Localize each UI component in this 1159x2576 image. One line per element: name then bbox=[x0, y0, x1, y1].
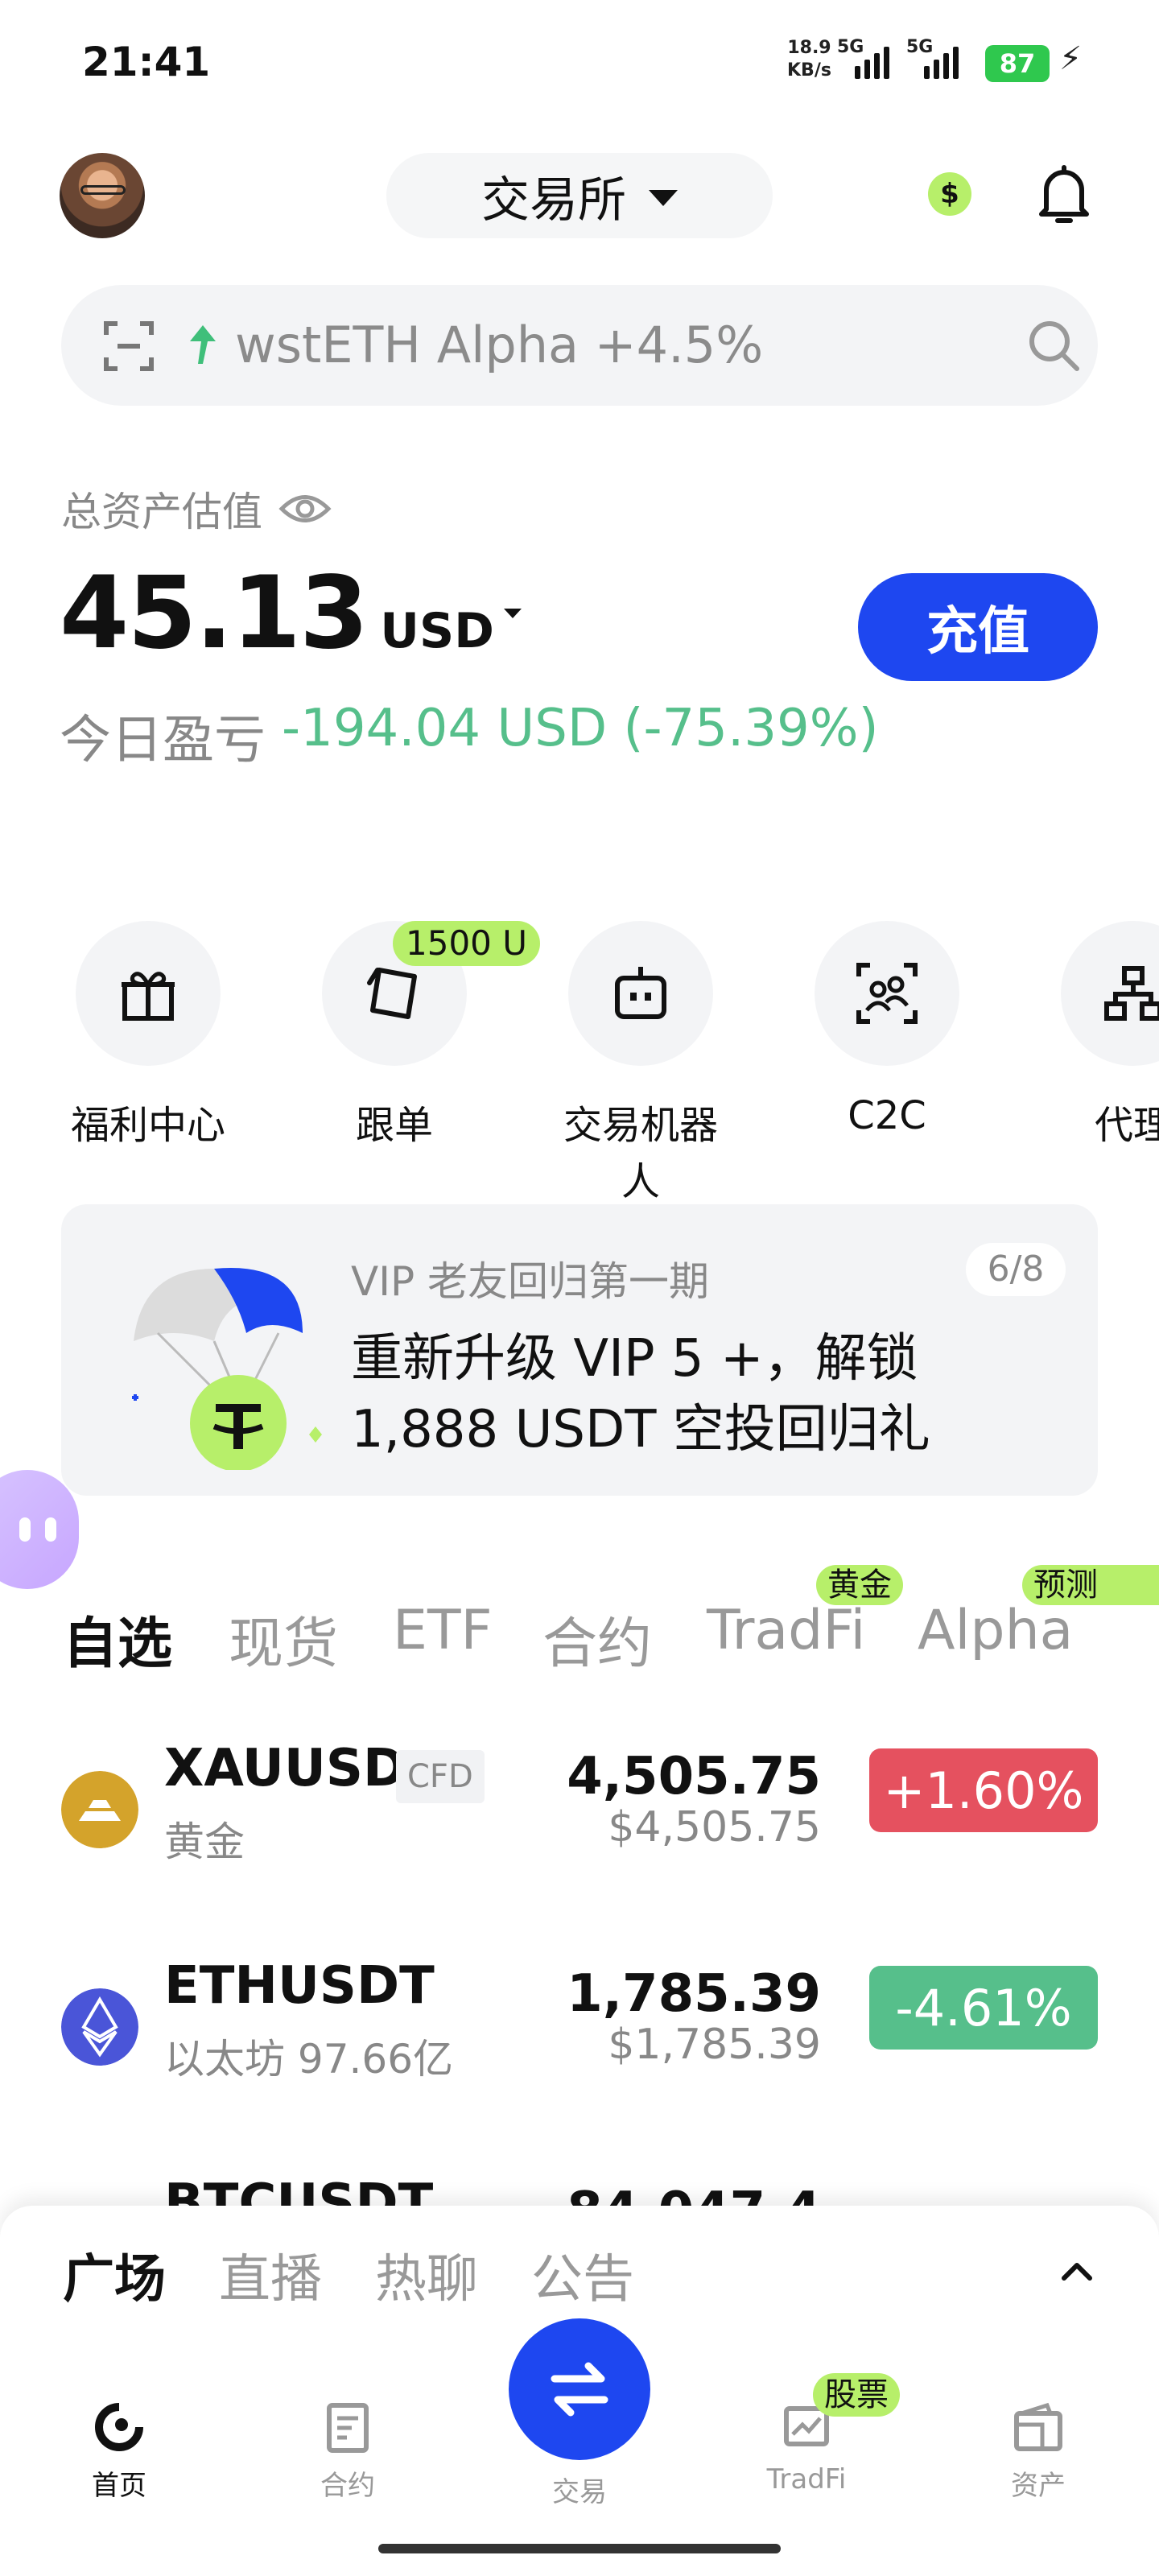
nav-contract[interactable]: 合约 bbox=[283, 2399, 412, 2503]
balance-value: 45.13 bbox=[60, 555, 369, 671]
c2c-icon bbox=[856, 963, 918, 1024]
asset-label: 总资产估值 bbox=[61, 480, 332, 538]
symbol-subtitle: 以太坊 97.66亿 bbox=[164, 2036, 454, 2083]
tab-etf[interactable]: ETF bbox=[393, 1599, 493, 1662]
home-indicator bbox=[378, 2544, 781, 2553]
nav-trade[interactable] bbox=[509, 2318, 650, 2460]
ethereum-icon bbox=[61, 1988, 138, 2066]
nav-label: 首页 bbox=[92, 2470, 146, 2502]
currency-selector[interactable]: USD bbox=[380, 603, 494, 659]
banner-title: VIP 老友回归第一期 bbox=[351, 1258, 709, 1305]
prediction-badge: 预测 bbox=[1022, 1565, 1159, 1605]
bell-icon[interactable] bbox=[1035, 163, 1093, 227]
market-row-ethusdt[interactable]: ETHUSDT 以太坊 97.66亿 1,785.39 $1,785.39 -4… bbox=[0, 1956, 1159, 2149]
network-icon bbox=[1104, 966, 1159, 1021]
nav-label: 资产 bbox=[1011, 2470, 1066, 2502]
tab-square[interactable]: 广场 bbox=[63, 2238, 166, 2312]
banner-pager: 6/8 bbox=[966, 1243, 1066, 1296]
usd-price: $4,505.75 bbox=[608, 1803, 821, 1852]
exchange-switcher[interactable]: 交易所 bbox=[386, 153, 773, 238]
change-badge[interactable]: +1.60% bbox=[869, 1748, 1098, 1832]
tab-spot[interactable]: 现货 bbox=[229, 1599, 338, 1678]
total-balance: 45.13 USD bbox=[60, 555, 522, 671]
dollar-coin-icon[interactable]: $ bbox=[928, 172, 971, 216]
shortcut-welfare[interactable]: 福利中心 bbox=[60, 921, 237, 1150]
search-bar[interactable]: wstETH Alpha +4.5% bbox=[61, 285, 1098, 406]
promo-banner[interactable]: VIP 老友回归第一期 6/8 重新升级 VIP 5 +，解锁 1,888 US… bbox=[61, 1204, 1098, 1496]
stock-badge: 股票 bbox=[813, 2373, 900, 2417]
chevron-up-icon[interactable] bbox=[1061, 2260, 1093, 2281]
status-bar: 21:41 18.9 KB/s 5G 5G 87 ⚡ bbox=[0, 0, 1159, 129]
tab-favorites[interactable]: 自选 bbox=[63, 1599, 172, 1678]
symbol: ETHUSDT bbox=[164, 1956, 435, 2016]
avatar-glasses bbox=[80, 185, 126, 195]
last-price: 4,505.75 bbox=[567, 1747, 821, 1806]
search-icon[interactable] bbox=[1025, 317, 1082, 374]
tab-alpha[interactable]: Alpha bbox=[918, 1599, 1073, 1662]
tab-chat[interactable]: 热聊 bbox=[375, 2238, 478, 2312]
last-price: 1,785.39 bbox=[567, 1964, 821, 2024]
charging-icon: ⚡ bbox=[1059, 40, 1083, 77]
market-row-xauusd[interactable]: XAUUSD CFD 黄金 4,505.75 $4,505.75 +1.60% bbox=[0, 1739, 1159, 1932]
shortcut-trading-bot[interactable]: 交易机器人 bbox=[552, 921, 729, 1206]
parachute-usdt-icon bbox=[132, 1268, 322, 1470]
contract-icon bbox=[327, 2403, 369, 2453]
tab-live[interactable]: 直播 bbox=[219, 2238, 322, 2312]
shortcut-label: 跟单 bbox=[355, 1103, 433, 1148]
reward-badge: 1500 U bbox=[393, 921, 540, 966]
shortcut-label: 福利中心 bbox=[70, 1103, 225, 1148]
home-icon bbox=[95, 2403, 143, 2451]
network-speed: 18.9 KB/s bbox=[787, 37, 831, 82]
wallet-icon bbox=[1014, 2402, 1062, 2451]
network-speed-value: 18.9 bbox=[787, 38, 831, 58]
daily-pnl: 今日盈亏 -194.04 USD (-75.39%) bbox=[60, 699, 879, 773]
pnl-label: 今日盈亏 bbox=[60, 711, 266, 770]
network-speed-unit: KB/s bbox=[787, 60, 831, 80]
robot-icon bbox=[615, 967, 666, 1019]
deposit-button[interactable]: 充值 bbox=[858, 573, 1098, 681]
shortcut-label: 交易机器人 bbox=[563, 1103, 718, 1204]
gold-badge: 黄金 bbox=[816, 1565, 903, 1605]
shortcut-label: 代理 bbox=[1094, 1103, 1159, 1148]
pnl-value: -194.04 USD (-75.39%) bbox=[282, 699, 879, 758]
nav-assets[interactable]: 资产 bbox=[974, 2399, 1103, 2503]
sim2-label: 5G bbox=[906, 37, 934, 57]
battery-indicator: 87 bbox=[985, 45, 1050, 82]
gift-icon bbox=[122, 972, 175, 1021]
swap-icon bbox=[551, 2362, 608, 2417]
banner-body: 重新升级 VIP 5 +，解锁 1,888 USDT 空投回归礼 bbox=[351, 1329, 930, 1459]
copy-trade-icon bbox=[367, 968, 417, 1019]
sim1-label: 5G bbox=[837, 37, 864, 57]
bottom-sheet: 广场 直播 热聊 公告 首页 合约 交易 TradFi 股票 资产 bbox=[0, 2206, 1159, 2576]
symbol: XAUUSD bbox=[164, 1739, 406, 1798]
avatar[interactable] bbox=[60, 153, 145, 238]
shortcut-label: C2C bbox=[848, 1093, 926, 1138]
trending-up-icon bbox=[190, 325, 216, 364]
scan-icon[interactable] bbox=[103, 320, 155, 372]
search-input[interactable]: wstETH Alpha +4.5% bbox=[235, 316, 763, 374]
gold-bar-icon bbox=[61, 1771, 138, 1848]
symbol-subtitle: 黄金 bbox=[164, 1818, 245, 1865]
tab-announcement[interactable]: 公告 bbox=[531, 2238, 634, 2312]
nav-home[interactable]: 首页 bbox=[55, 2399, 184, 2503]
shortcut-c2c[interactable]: C2C bbox=[798, 921, 975, 1138]
caret-down-icon[interactable] bbox=[503, 609, 522, 618]
header-title: 交易所 bbox=[481, 171, 626, 229]
shortcut-agent[interactable]: 代理 bbox=[1045, 921, 1159, 1150]
nav-label: 合约 bbox=[320, 2470, 375, 2502]
signal-2-icon: 5G bbox=[906, 37, 971, 79]
change-badge[interactable]: -4.61% bbox=[869, 1966, 1098, 2050]
eye-icon[interactable] bbox=[278, 490, 332, 527]
tab-tradfi[interactable]: TradFi bbox=[707, 1599, 865, 1662]
asset-label-text: 总资产估值 bbox=[61, 489, 262, 535]
caret-down-icon bbox=[649, 190, 678, 206]
cfd-tag: CFD bbox=[396, 1750, 485, 1803]
usd-price: $1,785.39 bbox=[608, 2021, 821, 2069]
status-time: 21:41 bbox=[82, 39, 211, 85]
nav-label: TradFi bbox=[766, 2463, 847, 2496]
nav-label: 交易 bbox=[552, 2476, 607, 2508]
signal-1-icon: 5G bbox=[837, 37, 895, 79]
tab-futures[interactable]: 合约 bbox=[542, 1599, 652, 1678]
assistant-bubble[interactable] bbox=[0, 1470, 79, 1589]
